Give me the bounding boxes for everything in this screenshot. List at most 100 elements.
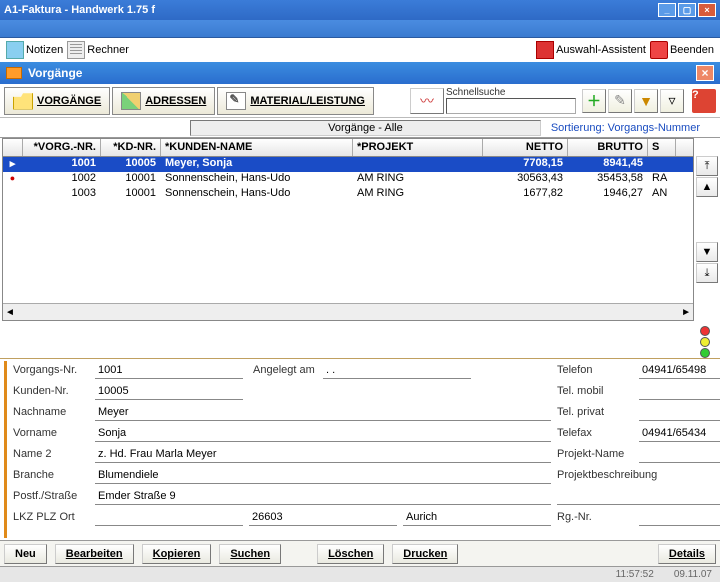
window-title: A1-Faktura - Handwerk 1.75 f (4, 4, 155, 16)
rechner-label: Rechner (87, 44, 129, 56)
status-date: 09.11.07 (674, 569, 712, 580)
drucken-button[interactable]: Drucken (392, 544, 458, 564)
input-nachname[interactable] (95, 404, 551, 421)
app-toolbar: Notizen Rechner Auswahl-Assistent Beende… (0, 38, 720, 62)
label-fax: Telefax (557, 427, 639, 439)
label-projekt-beschr: Projektbeschreibung (557, 469, 687, 481)
input-lkz[interactable] (95, 509, 243, 526)
grid-header-vorg[interactable]: *VORG.-NR. (23, 139, 101, 156)
assistant-icon (536, 41, 554, 59)
traffic-red-icon (700, 326, 710, 336)
note-button[interactable]: ✎ (608, 89, 632, 113)
bearbeiten-button[interactable]: Bearbeiten (55, 544, 134, 564)
tab-material-label: MATERIAL/LEISTUNG (250, 95, 365, 107)
suchen-button[interactable]: Suchen (219, 544, 281, 564)
help-button[interactable]: ? (692, 89, 716, 113)
neu-button[interactable]: Neu (4, 544, 47, 564)
tab-material[interactable]: MATERIAL/LEISTUNG (217, 87, 374, 115)
input-vorg[interactable] (95, 362, 243, 379)
input-fax[interactable] (639, 425, 720, 442)
table-row[interactable]: 1001 10005 Meyer, Sonja 7708,15 8941,45 (3, 157, 693, 172)
window-titlebar: A1-Faktura - Handwerk 1.75 f _ ▢ × (0, 0, 720, 20)
nav-last-button[interactable]: ⤓ (696, 263, 718, 283)
input-plz[interactable] (249, 509, 397, 526)
data-grid[interactable]: *VORG.-NR. *KD-NR. *KUNDEN-NAME *PROJEKT… (2, 138, 694, 321)
input-rg[interactable] (639, 509, 720, 526)
input-kunden[interactable] (95, 383, 243, 400)
close-button[interactable]: × (698, 3, 716, 17)
label-kunden: Kunden-Nr. (13, 385, 95, 397)
input-mobil[interactable] (639, 383, 720, 400)
table-row[interactable]: 1002 10001 Sonnenschein, Hans-Udo AM RIN… (3, 172, 693, 187)
auswahl-assistent-button[interactable]: Auswahl-Assistent (536, 41, 646, 59)
input-branche[interactable] (95, 467, 551, 484)
tab-adressen[interactable]: ADRESSEN (112, 87, 215, 115)
grid-body[interactable]: 1001 10005 Meyer, Sonja 7708,15 8941,45 … (3, 157, 693, 303)
folder-icon (13, 92, 33, 110)
subwindow-close-button[interactable]: × (696, 65, 714, 81)
grid-header-name[interactable]: *KUNDEN-NAME (161, 139, 353, 156)
label-tel: Telefon (557, 364, 639, 376)
label-privat: Tel. privat (557, 406, 639, 418)
notizen-button[interactable]: Notizen (6, 41, 63, 59)
input-privat[interactable] (639, 404, 720, 421)
grid-header-s[interactable]: S (648, 139, 676, 156)
table-row[interactable]: 1003 10001 Sonnenschein, Hans-Udo AM RIN… (3, 187, 693, 202)
cell-s (648, 157, 676, 172)
grid-header: *VORG.-NR. *KD-NR. *KUNDEN-NAME *PROJEKT… (3, 139, 693, 157)
grid-header-kd[interactable]: *KD-NR. (101, 139, 161, 156)
kopieren-button[interactable]: Kopieren (142, 544, 212, 564)
label-post: Postf./Straße (13, 490, 95, 502)
status-bar: 11:57:52 09.11.07 (0, 566, 720, 582)
note-icon (6, 41, 24, 59)
menu-bar[interactable] (0, 20, 720, 38)
filter-button[interactable]: ▼ (634, 89, 658, 113)
status-traffic-light (700, 326, 714, 358)
rechner-button[interactable]: Rechner (67, 41, 129, 59)
beenden-button[interactable]: Beenden (650, 41, 714, 59)
grid-header-projekt[interactable]: *PROJEKT (353, 139, 483, 156)
input-projekt-name[interactable] (639, 446, 720, 463)
nav-down-button[interactable]: ▼ (696, 242, 718, 262)
maximize-button[interactable]: ▢ (678, 3, 696, 17)
nav-first-button[interactable]: ⤒ (696, 156, 718, 176)
beenden-label: Beenden (670, 44, 714, 56)
calculator-icon (67, 41, 85, 59)
row-marker (3, 172, 23, 187)
label-branche: Branche (13, 469, 95, 481)
cell-kd: 10001 (101, 172, 161, 187)
input-name2[interactable] (95, 446, 551, 463)
minimize-button[interactable]: _ (658, 3, 676, 17)
grid-header-netto[interactable]: NETTO (483, 139, 568, 156)
cell-proj: AM RING (353, 172, 483, 187)
grid-header-brutto[interactable]: BRUTTO (568, 139, 648, 156)
quick-search: Schnellsuche (446, 87, 576, 114)
cell-s: AN (648, 187, 676, 202)
notizen-label: Notizen (26, 44, 63, 56)
grid-scrollbar[interactable]: ◄► (3, 303, 693, 320)
input-ort[interactable] (403, 509, 551, 526)
input-angelegt[interactable] (323, 362, 471, 379)
input-vorname[interactable] (95, 425, 551, 442)
loeschen-button[interactable]: Löschen (317, 544, 384, 564)
subwindow-titlebar: Vorgänge × (0, 62, 720, 84)
cell-netto: 1677,82 (483, 187, 568, 202)
funnel-button[interactable]: ▿ (660, 89, 684, 113)
details-button[interactable]: Details (658, 544, 716, 564)
cell-vorg: 1002 (23, 172, 101, 187)
quick-search-label: Schnellsuche (446, 87, 576, 98)
input-projekt-beschr[interactable] (557, 488, 720, 505)
quick-search-input[interactable] (446, 98, 576, 114)
chart-button[interactable]: 〰 (410, 88, 444, 114)
cell-brutto: 8941,45 (568, 157, 648, 172)
grid-header-marker[interactable] (3, 139, 23, 156)
card-icon (6, 67, 22, 79)
add-button[interactable]: ＋ (582, 89, 606, 113)
input-post[interactable] (95, 488, 551, 505)
nav-up-button[interactable]: ▲ (696, 177, 718, 197)
sort-label[interactable]: Sortierung: Vorgangs-Nummer (551, 122, 720, 134)
input-tel[interactable] (639, 362, 720, 379)
cell-kd: 10005 (101, 157, 161, 172)
cell-s: RA (648, 172, 676, 187)
tab-vorgaenge[interactable]: VORGÄNGE (4, 87, 110, 115)
